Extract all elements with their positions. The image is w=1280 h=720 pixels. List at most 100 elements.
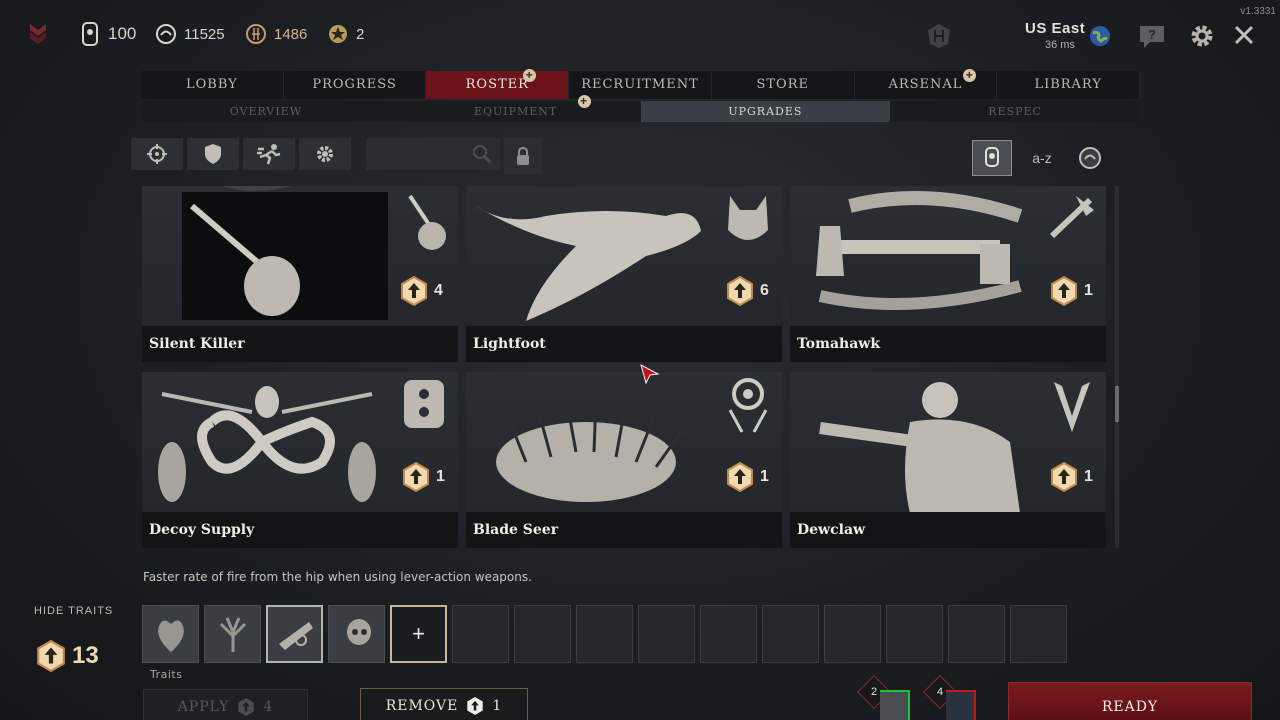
tree-icon xyxy=(219,617,246,652)
empty-trait-slot[interactable] xyxy=(576,605,633,663)
empty-trait-slot[interactable] xyxy=(1010,605,1067,663)
card-cost-value: 1 xyxy=(436,468,445,485)
upgrade-card[interactable]: 6 Lightfoot xyxy=(466,186,782,362)
trait-slots: + xyxy=(142,605,1067,663)
empty-trait-slot[interactable] xyxy=(886,605,943,663)
empty-trait-slot[interactable] xyxy=(762,605,819,663)
card-name: Dewclaw xyxy=(790,512,1106,548)
upgrade-card[interactable]: 1 Dewclaw xyxy=(790,372,1106,548)
rank-icon xyxy=(28,22,48,48)
sort-alpha-button[interactable]: a-z xyxy=(1022,140,1062,176)
empty-trait-slot[interactable] xyxy=(452,605,509,663)
trait-slot[interactable] xyxy=(142,605,199,663)
filter-defense-button[interactable] xyxy=(187,138,239,170)
sort-alpha-label: a-z xyxy=(1032,150,1052,166)
tab-library[interactable]: LIBRARY xyxy=(997,71,1141,99)
tab-progress[interactable]: PROGRESS xyxy=(284,71,427,99)
dogtag-sort-icon xyxy=(985,147,999,167)
hunt-dollar-icon xyxy=(244,22,268,46)
remove-cost: 1 xyxy=(492,698,503,714)
gear-icon[interactable] xyxy=(1189,23,1215,53)
top-bar: 100 11525 1486 2 US East 36 ms ? v1.3331 xyxy=(0,0,1280,70)
filter-movement-button[interactable] xyxy=(243,138,295,170)
upgrade-card[interactable]: 1 Decoy Supply xyxy=(142,372,458,548)
party-avatar[interactable] xyxy=(880,690,910,720)
tab-arsenal[interactable]: ARSENAL + xyxy=(855,69,998,99)
tab-label: ROSTER xyxy=(465,77,529,92)
filter-utility-button[interactable] xyxy=(299,138,351,170)
shield-icon xyxy=(205,144,221,164)
currency-event-points: 2 xyxy=(326,22,364,46)
subtab-upgrades[interactable]: UPGRADES xyxy=(640,101,891,122)
card-cost: 4 xyxy=(400,276,443,306)
empty-trait-slot[interactable] xyxy=(948,605,1005,663)
plus-icon: + xyxy=(412,621,425,646)
dogtag-icon xyxy=(78,22,102,46)
apply-button[interactable]: APPLY 4 xyxy=(143,689,308,720)
upgrade-points-value: 13 xyxy=(72,642,99,669)
remove-button[interactable]: REMOVE 1 xyxy=(360,688,528,720)
scrollbar-thumb[interactable] xyxy=(1115,386,1119,422)
globe-icon[interactable] xyxy=(1089,25,1111,51)
subtab-overview[interactable]: OVERVIEW xyxy=(141,101,391,122)
empty-trait-slot[interactable] xyxy=(700,605,757,663)
empty-trait-slot[interactable] xyxy=(514,605,571,663)
trait-slot[interactable] xyxy=(266,605,323,663)
subtab-equipment[interactable]: EQUIPMENT + xyxy=(391,95,641,122)
card-name: Tomahawk xyxy=(790,326,1106,362)
currency-bloodbonds: 11525 xyxy=(154,22,225,46)
trait-slot[interactable] xyxy=(328,605,385,663)
add-trait-button[interactable]: + xyxy=(390,605,447,663)
currency-dogtags: 100 xyxy=(78,22,136,46)
upgrade-points: 13 xyxy=(36,640,99,672)
hide-traits-button[interactable]: HIDE TRAITS xyxy=(34,605,113,617)
upgrade-card[interactable]: 1 Tomahawk xyxy=(790,186,1106,362)
eye-icon xyxy=(720,376,776,442)
server-info[interactable]: US East 36 ms xyxy=(1025,20,1085,51)
upgrade-card[interactable]: 1 Blade Seer xyxy=(466,372,782,548)
sort-cost-button[interactable] xyxy=(972,140,1012,176)
traits-label: Traits xyxy=(150,668,183,681)
lock-filter-button[interactable] xyxy=(504,138,542,174)
grid-scrollbar[interactable] xyxy=(1115,186,1119,548)
card-name: Lightfoot xyxy=(466,326,782,362)
cat-head-icon xyxy=(722,190,774,256)
filter-weapons-button[interactable] xyxy=(131,138,183,170)
card-cost: 1 xyxy=(726,462,769,492)
sort-bloodbond-button[interactable] xyxy=(1070,140,1110,176)
tab-recruitment[interactable]: RECRUITMENT xyxy=(569,71,712,99)
heart-icon xyxy=(157,620,184,652)
trait-slot[interactable] xyxy=(204,605,261,663)
version-label: v1.3331 xyxy=(1240,6,1276,17)
tab-store[interactable]: STORE xyxy=(712,71,855,99)
tab-roster[interactable]: ROSTER + xyxy=(426,69,570,99)
subtab-label: EQUIPMENT xyxy=(473,105,558,118)
upgrade-card[interactable]: 4 Silent Killer xyxy=(142,186,458,362)
sub-nav: OVERVIEW EQUIPMENT + UPGRADES RESPEC xyxy=(141,95,1140,122)
card-cost: 1 xyxy=(1050,462,1093,492)
card-cost-value: 6 xyxy=(760,282,769,299)
empty-trait-slot[interactable] xyxy=(638,605,695,663)
party-avatar[interactable] xyxy=(946,690,976,720)
subtab-respec[interactable]: RESPEC xyxy=(890,101,1140,122)
plus-badge-icon: + xyxy=(523,69,537,82)
bloodbond-icon xyxy=(154,22,178,46)
help-icon[interactable]: ? xyxy=(1138,24,1166,54)
empty-trait-slot[interactable] xyxy=(824,605,881,663)
running-man-icon xyxy=(257,144,281,165)
svg-text:?: ? xyxy=(1148,27,1156,42)
ready-button[interactable]: READY xyxy=(1008,682,1252,720)
close-icon[interactable] xyxy=(1233,24,1255,50)
tab-lobby[interactable]: LOBBY xyxy=(141,71,284,99)
currency-value: 11525 xyxy=(184,25,225,43)
card-cost: 1 xyxy=(1050,276,1093,306)
dice-icon xyxy=(398,376,450,436)
trait-description: Faster rate of fire from the hip when us… xyxy=(143,570,532,584)
mouse-cursor-icon xyxy=(640,364,660,388)
search-input[interactable] xyxy=(366,138,500,170)
dewclaw-icon xyxy=(1046,376,1098,442)
filter-bar xyxy=(131,138,351,174)
upgrade-point-icon xyxy=(401,276,427,306)
hunt-logo-icon xyxy=(926,22,952,54)
skull-icon xyxy=(346,619,371,645)
